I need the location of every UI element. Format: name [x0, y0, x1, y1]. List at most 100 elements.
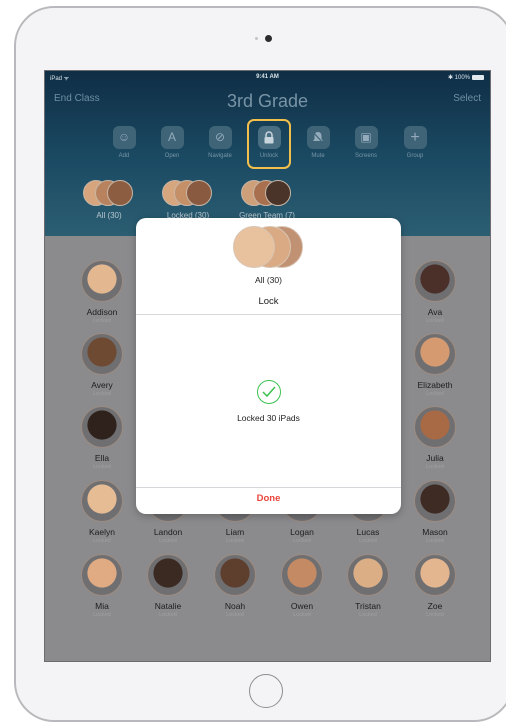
student-name: Mason [422, 527, 448, 537]
app-store-icon: A [160, 126, 184, 149]
student-name: Lucas [356, 527, 380, 537]
avatar [347, 554, 389, 596]
student-status: Locked [93, 318, 111, 324]
plus-icon: + [403, 126, 427, 149]
avatar [265, 180, 291, 206]
student-status: Locked [93, 612, 111, 618]
student-tile[interactable]: Elizabeth Locked [402, 333, 468, 397]
student-status: Locked [93, 391, 111, 397]
student-status: Locked [226, 538, 244, 544]
avatar [214, 554, 256, 596]
sensor-dot [255, 37, 258, 40]
student-name: Julia [426, 453, 444, 463]
dialog-action-title: Lock [258, 296, 279, 307]
student-name: Landon [153, 527, 183, 537]
student-tile[interactable]: Tristan Locked [335, 554, 401, 618]
group-avatar-stack [160, 178, 216, 208]
student-name: Addison [86, 307, 118, 317]
student-name: Natalie [154, 601, 182, 611]
student-tile[interactable]: Avery Locked [69, 333, 135, 397]
group-avatar-stack [81, 178, 137, 208]
student-tile[interactable]: Mason Locked [402, 480, 468, 544]
tool-label: Screens [354, 153, 377, 159]
checkmark-icon [257, 380, 281, 404]
divider [136, 487, 401, 488]
student-status: Locked [426, 318, 444, 324]
avatar [81, 480, 123, 522]
page-title: 3rd Grade [226, 91, 309, 111]
student-status: Locked [359, 612, 377, 618]
screens-button[interactable]: ▣ Screens [346, 122, 386, 159]
dialog-result-message: Locked 30 iPads [237, 413, 300, 423]
student-name: Logan [290, 527, 314, 537]
student-tile[interactable]: Ella Locked [69, 406, 135, 470]
avatar [414, 480, 456, 522]
group-avatar-stack [239, 178, 295, 208]
unlock-selection-highlight [247, 119, 291, 169]
student-name: Kaelyn [89, 527, 115, 537]
student-status: Locked [426, 391, 444, 397]
student-status: Locked [426, 612, 444, 618]
navigation-bar: End Class 3rd Grade Select [45, 85, 490, 113]
add-button[interactable]: ☺ Add [104, 122, 144, 159]
student-status: Locked [293, 612, 311, 618]
student-tile[interactable]: Ava Locked [402, 260, 468, 324]
avatar [81, 260, 123, 302]
student-status: Locked [159, 538, 177, 544]
student-tile[interactable]: Julia Locked [402, 406, 468, 470]
student-name: Noah [224, 601, 246, 611]
group-locked[interactable]: Locked (30) [148, 178, 228, 220]
open-button[interactable]: A Open [152, 122, 192, 159]
student-tile[interactable]: Zoe Locked [402, 554, 468, 618]
student-tile[interactable]: Natalie Locked [135, 554, 201, 618]
avatar [414, 554, 456, 596]
tool-label: Navigate [208, 153, 232, 159]
student-name: Ava [427, 307, 443, 317]
navigate-button[interactable]: ⊘ Navigate [200, 122, 240, 159]
group-label: All (30) [96, 211, 122, 220]
avatar [81, 333, 123, 375]
student-status: Locked [226, 612, 244, 618]
tool-label: Add [118, 153, 130, 159]
student-name: Tristan [355, 601, 381, 611]
mute-button[interactable]: Mute [298, 122, 338, 159]
select-button[interactable]: Select [453, 93, 481, 104]
avatar [81, 554, 123, 596]
avatar [233, 226, 275, 268]
battery-icon [472, 74, 484, 80]
student-status: Locked [359, 538, 377, 544]
avatar [81, 406, 123, 448]
student-status: Locked [293, 538, 311, 544]
student-name: Ella [94, 453, 110, 463]
group-all[interactable]: All (30) [69, 178, 149, 220]
avatar [414, 260, 456, 302]
student-status: Locked [426, 538, 444, 544]
avatar [186, 180, 212, 206]
tool-label: Group [406, 153, 424, 159]
avatar [281, 554, 323, 596]
student-status: Locked [93, 538, 111, 544]
avatar [107, 180, 133, 206]
dialog-avatar-stack [231, 226, 311, 270]
tool-label: Mute [311, 153, 325, 159]
front-camera [265, 35, 272, 42]
home-button[interactable] [249, 674, 283, 708]
student-tile[interactable]: Addison Locked [69, 260, 135, 324]
avatar [414, 333, 456, 375]
student-name: Liam [225, 527, 245, 537]
avatar [414, 406, 456, 448]
student-name: Mia [95, 601, 109, 611]
student-name: Avery [91, 380, 113, 390]
student-tile[interactable]: Mia Locked [69, 554, 135, 618]
student-tile[interactable]: Noah Locked [202, 554, 268, 618]
dialog-group-label: All (30) [255, 275, 282, 285]
person-icon: ☺ [112, 126, 136, 149]
student-tile[interactable]: Owen Locked [269, 554, 335, 618]
group-green-team[interactable]: Green Team (7) [227, 178, 307, 220]
student-status: Locked [93, 464, 111, 470]
group-button[interactable]: + Group [395, 122, 435, 159]
done-button[interactable]: Done [136, 493, 401, 504]
bell-icon [306, 126, 330, 149]
clock: 9:41 AM [256, 74, 279, 80]
student-tile[interactable]: Kaelyn Locked [69, 480, 135, 544]
